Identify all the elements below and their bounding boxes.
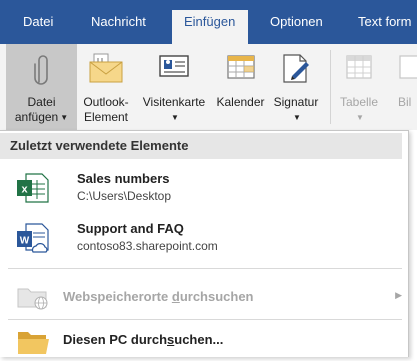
calendar-button[interactable]: Kalender [213,44,268,130]
calendar-label: Kalender [216,95,265,109]
menu-separator [8,268,402,269]
browse-this-pc-item[interactable]: Diesen PC durchsuchen... [8,322,402,358]
signature-button[interactable]: Signatur ▼ [268,44,324,130]
svg-text:W: W [20,236,30,247]
attach-file-label-line2: anfügen [14,110,59,124]
browse-pc-text-before: Diesen PC durch [63,332,168,347]
table-icon [344,52,374,85]
ribbon-group-divider [330,50,331,124]
chevron-right-icon: ▶ [395,290,402,300]
recent-item-path: C:\Users\Desktop [77,189,172,203]
browse-web-locations-item[interactable]: Webspeicherorte durchsuchen ▶ [8,279,402,315]
chevron-down-icon: ▼ [356,113,364,122]
recent-item-support-and-faq[interactable]: W Support and FAQ contoso83.sharepoint.c… [8,213,398,263]
chevron-down-icon: ▼ [60,113,69,122]
pictures-button[interactable]: Bil [396,44,417,130]
recent-items-header: Zuletzt verwendete Elemente [0,133,402,159]
recent-item-sales-numbers[interactable]: x Sales numbers C:\Users\Desktop [8,163,398,213]
pictures-label: Bil [398,95,412,109]
tab-text-format[interactable]: Text form [358,10,411,44]
ribbon-tab-bar: Datei Nachricht Einfügen Optionen Text f… [0,0,417,44]
browse-web-text-after: urchsuchen [179,289,254,304]
menu-separator [8,319,402,320]
chevron-down-icon: ▼ [293,113,301,122]
chevron-down-icon: ▼ [171,113,179,122]
attach-file-button[interactable]: Datei anfügen ▼ [6,44,77,130]
web-folder-icon [16,283,52,316]
recent-item-path: contoso83.sharepoint.com [77,239,218,253]
svg-text:x: x [21,184,28,196]
table-button[interactable]: Tabelle ▼ [334,44,384,130]
recent-item-name: Sales numbers [77,171,170,186]
browse-web-accesskey: d [171,289,180,304]
folder-icon [16,326,52,361]
attach-file-dropdown: Zuletzt verwendete Elemente x Sales numb… [0,130,409,357]
tab-nachricht[interactable]: Nachricht [91,10,146,44]
browse-pc-text-after: uchen... [174,332,224,347]
browse-web-text-before: Webspeicherorte [63,289,172,304]
signature-icon [280,52,312,87]
outlook-item-label-line2: Element [83,110,129,124]
table-label: Tabelle [339,95,379,109]
business-card-icon [156,52,192,85]
excel-file-icon: x [16,172,50,209]
word-file-icon: W [16,222,50,261]
tab-einfuegen[interactable]: Einfügen [172,10,248,44]
business-card-button[interactable]: Visitenkarte ▼ [136,44,212,130]
tab-datei[interactable]: Datei [23,10,53,44]
outlook-item-label-line1: Outlook- [83,95,129,109]
picture-icon [398,52,417,85]
outlook-item-button[interactable]: Outlook- Element [77,44,135,130]
ribbon: Datei anfügen ▼ Outlook- Element Visiten… [0,44,417,130]
signature-label: Signatur [273,95,319,109]
envelope-icon [88,52,124,87]
paperclip-icon [32,52,52,89]
recent-item-name: Support and FAQ [77,221,184,236]
attach-file-label-line1: Datei [27,95,56,109]
tab-optionen[interactable]: Optionen [270,10,323,44]
calendar-icon [225,52,257,85]
business-card-label: Visitenkarte [142,95,206,109]
